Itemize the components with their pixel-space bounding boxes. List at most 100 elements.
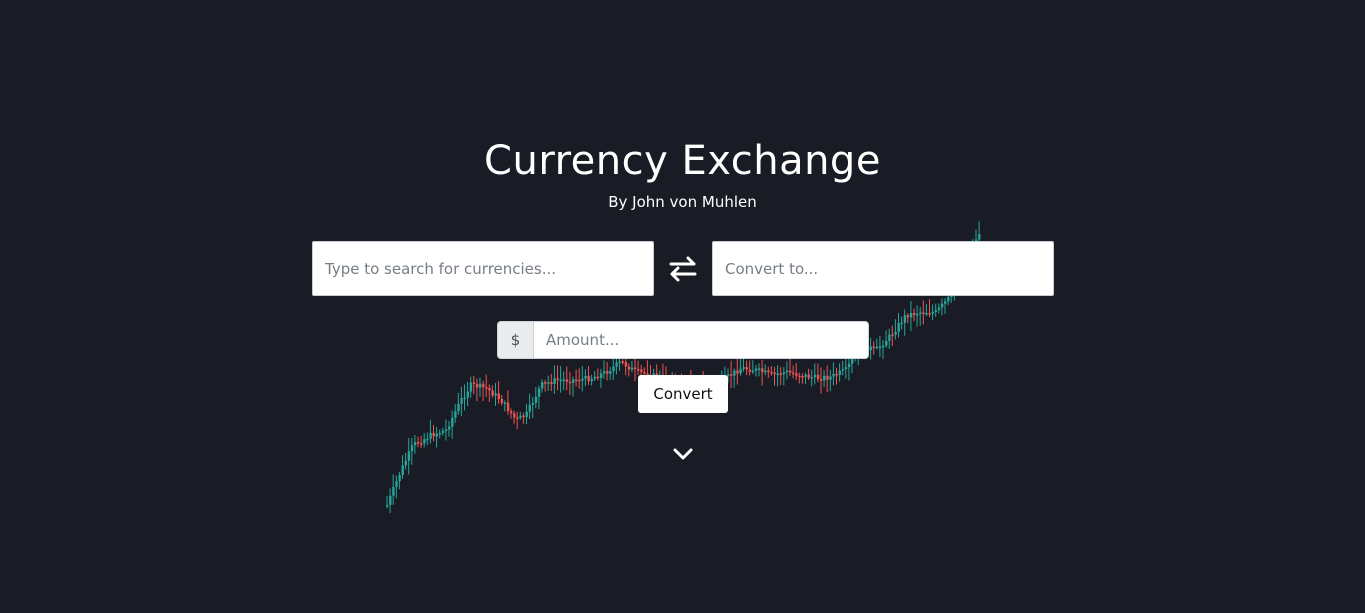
candle-body [395, 481, 398, 487]
candle-body [785, 370, 789, 373]
convert-button[interactable]: Convert [638, 375, 728, 413]
candle-body [522, 415, 525, 418]
candle-body [516, 417, 519, 419]
candle-body [401, 465, 404, 475]
candle-body [940, 303, 944, 308]
candle-body [553, 378, 556, 385]
candle-body [816, 374, 820, 380]
candle-body [482, 383, 485, 388]
chevron-down-icon[interactable] [671, 445, 695, 463]
candle-body [618, 361, 621, 364]
candle-body [922, 312, 925, 315]
page: Currency Exchange By John von Muhlen $ C… [0, 0, 1365, 613]
candle-body [872, 346, 876, 349]
candle-body [978, 234, 981, 240]
candle-body [544, 382, 547, 384]
candle-body [593, 376, 597, 379]
candle-body [469, 382, 473, 392]
candle-body [792, 372, 795, 375]
candle-body [559, 379, 562, 382]
candle-body [562, 379, 566, 381]
page-title: Currency Exchange [484, 138, 881, 184]
candle-body [770, 371, 773, 374]
candle-body [429, 432, 432, 439]
candle-body [624, 362, 628, 367]
candle-body [885, 340, 888, 346]
candle-body [503, 402, 507, 405]
candle-body [472, 382, 476, 385]
candle-body [606, 371, 609, 374]
to-currency-input[interactable] [712, 241, 1054, 296]
candle-body [851, 358, 854, 364]
candle-body [603, 371, 606, 374]
candle-body [438, 433, 442, 435]
candle-body [426, 438, 429, 441]
candle-body [572, 379, 575, 383]
candle-body [413, 442, 417, 446]
swap-arrows-icon[interactable] [667, 253, 699, 285]
candle-body [838, 370, 841, 375]
page-subtitle: By John von Muhlen [608, 193, 757, 211]
candle-body [742, 367, 745, 369]
candle-body [761, 368, 764, 373]
candle-body [466, 391, 469, 398]
from-currency-input[interactable] [312, 241, 654, 296]
candle-body [754, 368, 758, 371]
candle-body [389, 495, 392, 505]
candle-body [891, 334, 894, 337]
candle-body [919, 312, 922, 315]
candle-body [506, 402, 510, 412]
candle-body [947, 297, 950, 302]
candle-body [764, 370, 767, 373]
candle-body [513, 413, 516, 418]
candle-body [913, 312, 916, 315]
candle-body [894, 331, 897, 335]
candle-body [937, 307, 941, 310]
candle-body [525, 411, 528, 418]
candle-body [906, 315, 910, 318]
candle-body [621, 361, 624, 364]
candle-body [609, 371, 612, 374]
candle-body [776, 373, 779, 375]
candle-body [897, 323, 900, 332]
candle-body [630, 367, 634, 370]
candle-body [479, 383, 482, 388]
candle-body [599, 373, 603, 379]
candle-body [878, 346, 882, 348]
candle-body [944, 301, 947, 304]
candle-body [807, 374, 810, 378]
candle-body [634, 367, 637, 370]
candle-body [736, 370, 739, 374]
candle-body [386, 504, 389, 507]
candle-body [888, 334, 891, 341]
candle-body [900, 322, 903, 325]
candle-body [934, 309, 938, 312]
candle-body [417, 442, 420, 444]
candle-body [789, 370, 792, 373]
candle-body [643, 372, 646, 374]
candle-body [745, 367, 748, 370]
candle-body [844, 367, 848, 370]
candle-body [909, 312, 913, 318]
currency-symbol: $ [497, 321, 533, 359]
candle-body [847, 363, 851, 368]
candle-body [801, 376, 804, 378]
candle-body [491, 390, 494, 396]
candle-body [587, 375, 590, 382]
candle-body [730, 374, 733, 376]
candle-body [537, 388, 541, 397]
candle-body [748, 369, 752, 372]
candle-body [410, 445, 414, 452]
candle-body [835, 373, 838, 376]
candle-body [581, 378, 584, 381]
candle-body [457, 403, 460, 412]
candle-body [392, 486, 395, 496]
candle-body [448, 426, 451, 430]
candle-body [454, 411, 457, 418]
amount-input[interactable] [533, 321, 869, 359]
candle-body [575, 379, 578, 381]
candle-body [519, 415, 522, 418]
candle-body [435, 433, 438, 437]
candle-body [584, 375, 587, 379]
candle-body [485, 387, 488, 389]
